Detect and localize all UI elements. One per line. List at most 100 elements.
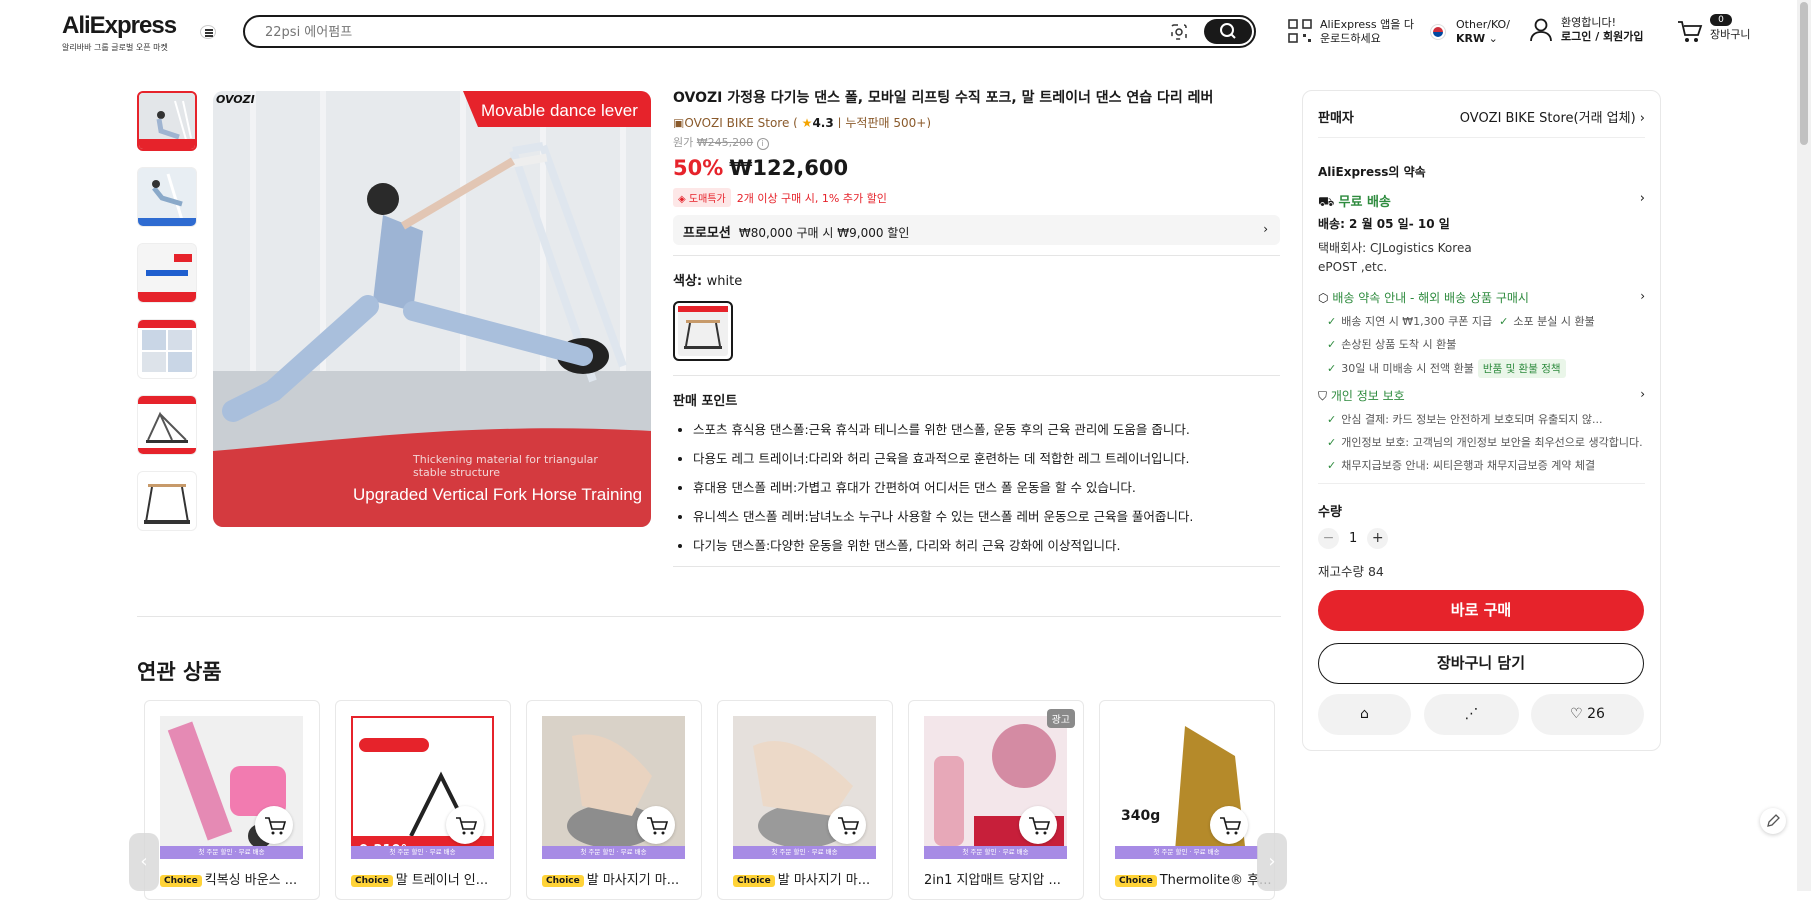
qr-code-icon: [1288, 19, 1312, 43]
share-icon: ⋰: [1464, 706, 1479, 722]
privacy-row[interactable]: ⛉ 개인 정보 보호 ›: [1318, 387, 1645, 404]
choice-badge: Choice: [733, 874, 775, 887]
carrier-line2: ePOST ,etc.: [1318, 260, 1388, 274]
feedback-edit-button[interactable]: [1760, 808, 1786, 834]
ad-badge: 광고: [1046, 709, 1075, 728]
top-header: AliExpress 알리바바 그룹 글로벌 오픈 마켓 AliExpress …: [0, 0, 1797, 64]
thumbnail-list: [137, 91, 197, 547]
cart-label: 장바구니: [1710, 28, 1751, 41]
divider: [673, 255, 1280, 256]
promise-title: AliExpress의 약속: [1318, 163, 1645, 180]
product-card[interactable]: 첫 주문 할인 · 무료 배송 Choice 발 마사지기 마...: [526, 700, 702, 900]
increase-quantity-button[interactable]: +: [1367, 528, 1389, 549]
product-card[interactable]: 0-210° 첫 주문 할인 · 무료 배송 Choice말 트레이너 인...: [335, 700, 511, 900]
current-price: ₩122,600: [729, 156, 849, 180]
truck-icon: ⛟: [1318, 195, 1335, 210]
info-icon[interactable]: i: [756, 138, 769, 150]
page-scrollbar[interactable]: [1797, 0, 1811, 891]
promo-strip: 첫 주문 할인 · 무료 배송: [351, 846, 494, 859]
chevron-right-icon: ›: [1639, 111, 1645, 126]
thumbnail-5[interactable]: [137, 395, 197, 455]
product-card[interactable]: 첫 주문 할인 · 무료 배송 Choice 발 마사지기 마...: [717, 700, 893, 900]
wishlist-count: 26: [1587, 706, 1605, 722]
thumbnail-1[interactable]: [137, 91, 197, 151]
add-to-cart-icon[interactable]: [1019, 806, 1057, 844]
store-name: OVOZI BIKE Store: [684, 116, 790, 128]
choice-badge: Choice: [542, 874, 584, 887]
refund-policy-badge[interactable]: 반품 및 환불 정책: [1477, 359, 1566, 378]
original-price-row: 원가 ₩245,200 i: [673, 134, 1280, 150]
cart-menu[interactable]: 0 장바구니: [1677, 14, 1750, 42]
selling-point: 스포츠 휴식용 댄스폴:근육 휴식과 테니스를 위한 댄스폴, 운동 후의 근육…: [693, 415, 1280, 444]
decrease-quantity-button[interactable]: −: [1318, 528, 1339, 549]
buy-now-button[interactable]: 바로 구매: [1318, 590, 1644, 631]
thumbnail-4[interactable]: [137, 319, 197, 379]
box-icon: ⬡: [1318, 291, 1329, 305]
promo-strip: 첫 주문 할인 · 무료 배송: [924, 846, 1067, 859]
product-card-title: Choice 말 트레이너 인...: [351, 869, 488, 888]
menu-icon[interactable]: [200, 25, 216, 39]
star-icon: ★: [801, 116, 813, 128]
divider: [673, 566, 1280, 567]
add-to-cart-icon[interactable]: [255, 806, 293, 844]
product-card-title: Choice Thermolite® 후...: [1115, 869, 1271, 888]
cart-icon: [1678, 21, 1703, 42]
seller-name: OVOZI BIKE Store(거래 업체): [1459, 111, 1636, 126]
free-shipping-label: 무료 배송: [1338, 195, 1391, 210]
privacy-item: ✓ 개인정보 보호: 고객님의 개인정보 보안을 최우선으로 생각합니다.: [1327, 436, 1643, 449]
main-product-image[interactable]: OVOZI Movable dance lever Thickening mat…: [213, 91, 651, 527]
account-menu[interactable]: 환영합니다! 로그인 / 회원가입: [1530, 16, 1644, 44]
bulk-deal-row: ◈ 도매특가 2개 이상 구매 시, 1% 추가 할인: [673, 188, 1280, 207]
quantity-value[interactable]: 1: [1349, 531, 1357, 546]
free-shipping-row[interactable]: ⛟ 무료 배송 ›: [1318, 191, 1645, 212]
add-to-cart-icon[interactable]: [637, 806, 675, 844]
product-card[interactable]: 첫 주문 할인 · 무료 배송 광고 2in1 지압매트 당지압 ...: [908, 700, 1084, 900]
locale-line1: Other/KO/: [1456, 18, 1510, 31]
add-to-cart-icon[interactable]: [828, 806, 866, 844]
product-card[interactable]: 340g 첫 주문 할인 · 무료 배송 Choice Thermolite® 후…: [1099, 700, 1275, 900]
carousel-prev-button[interactable]: ‹: [129, 833, 159, 891]
privacy-title: 개인 정보 보호: [1330, 389, 1405, 403]
seller-label: 판매자: [1318, 111, 1354, 126]
deal-badge-text: 도매특가: [688, 194, 726, 205]
search-input[interactable]: [265, 23, 1145, 41]
chevron-left-icon: ‹: [140, 851, 148, 872]
scrollbar-thumb[interactable]: [1800, 2, 1808, 145]
color-label-row: 색상: white: [673, 270, 1280, 289]
aliexpress-logo[interactable]: AliExpress 알리바바 그룹 글로벌 오픈 마켓: [62, 12, 177, 53]
add-to-cart-icon[interactable]: [1210, 806, 1248, 844]
thumbnail-3[interactable]: [137, 243, 197, 303]
app-download[interactable]: AliExpress 앱을 다 운로드하세요: [1288, 18, 1414, 46]
shield-icon: ⛉: [1318, 389, 1328, 403]
guarantee-item: ✓ 손상된 상품 도착 시 환불: [1327, 338, 1457, 351]
carousel-next-button[interactable]: ›: [1257, 833, 1287, 891]
app-download-line2: 운로드하세요: [1320, 32, 1381, 45]
seller-row[interactable]: 판매자 OVOZI BIKE Store(거래 업체) ›: [1318, 107, 1645, 126]
locale-selector[interactable]: Other/KO/ KRW ⌄: [1430, 18, 1510, 46]
pencil-icon: [1767, 814, 1780, 827]
choice-badge: Choice: [160, 874, 202, 887]
promotion-bar[interactable]: 프로모션 ₩80,000 구매 시 ₩9,000 할인 ›: [673, 215, 1280, 245]
guarantee-row[interactable]: ⬡ 배송 약속 안내 - 해외 배송 상품 구매시 ›: [1318, 289, 1645, 306]
chevron-right-icon: ›: [1640, 387, 1645, 401]
share-button[interactable]: ⋰: [1424, 694, 1519, 735]
add-to-cart-button[interactable]: 장바구니 담기: [1318, 643, 1644, 684]
image-search-icon[interactable]: [1170, 23, 1188, 41]
store-rating-line[interactable]: ▣OVOZI BIKE Store ( ★4.3 | 누적판매 500+): [673, 114, 1280, 128]
promotion-text: ₩80,000 구매 시 ₩9,000 할인: [738, 226, 910, 240]
image-small-caption: Thickening material for triangular stabl…: [413, 453, 598, 479]
promo-strip: 첫 주문 할인 · 무료 배송: [1115, 846, 1258, 859]
discount-percent: 50%: [673, 156, 724, 180]
add-to-cart-icon[interactable]: [446, 806, 484, 844]
thumbnail-2[interactable]: [137, 167, 197, 227]
color-swatch-white[interactable]: [673, 301, 733, 361]
chevron-right-icon: ›: [1268, 851, 1276, 872]
search-button[interactable]: [1204, 19, 1252, 44]
sold-count: 누적판매 500+: [845, 116, 927, 128]
wishlist-button[interactable]: ♡ 26: [1531, 694, 1644, 735]
thumbnail-6[interactable]: [137, 471, 197, 531]
heart-icon: ♡: [1570, 706, 1583, 722]
product-card[interactable]: 첫 주문 할인 · 무료 배송 Choice 킥복싱 바운스 ...: [144, 700, 320, 900]
selling-point: 다용도 레그 트레이너:다리와 허리 근육을 효과적으로 훈련하는 데 적합한 …: [693, 444, 1280, 473]
store-button[interactable]: ⌂: [1318, 694, 1411, 735]
